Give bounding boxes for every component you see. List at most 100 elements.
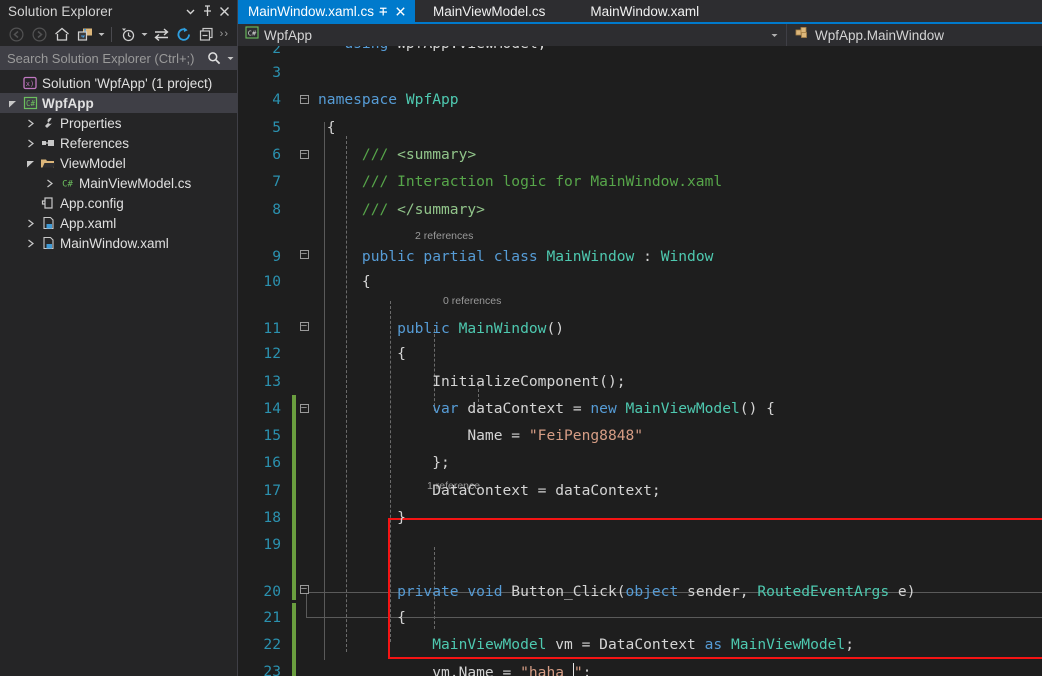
csharp-project-icon: C# (245, 26, 259, 44)
code-line[interactable]: 11 – public MainWindow() (238, 295, 1042, 340)
code-line[interactable]: 4 – namespace WpfApp (238, 86, 1042, 113)
code-line[interactable]: 16 }; (238, 449, 1042, 477)
expander-collapsed-icon[interactable] (22, 119, 38, 128)
expander-expanded-icon[interactable] (22, 159, 38, 168)
solution-explorer-panel: Solution Explorer ›› Search Solution Exp… (0, 0, 238, 676)
tree-item-mainviewmodel-cs[interactable]: C# MainViewModel.cs (0, 173, 237, 193)
search-solution-explorer-box[interactable] (0, 46, 237, 70)
code-line[interactable]: 6 – /// <summary> (238, 141, 1042, 168)
expander-collapsed-icon[interactable] (22, 219, 38, 228)
change-bar (292, 630, 296, 659)
tree-item-app-xaml[interactable]: App.xaml (0, 213, 237, 233)
navbar-project-label: WpfApp (264, 27, 313, 43)
code-line[interactable]: 8 /// </summary> (238, 195, 1042, 222)
code-line[interactable]: 13 InitializeComponent(); (238, 367, 1042, 394)
fold-collapse-icon[interactable]: – (299, 585, 309, 595)
editor-pane: MainWindow.xaml.cs MainViewModel.cs Main… (238, 0, 1042, 676)
tree-item-wpfapp-project[interactable]: C# WpfApp (0, 93, 237, 113)
editor-tabstrip: MainWindow.xaml.cs MainViewModel.cs Main… (238, 0, 1042, 22)
fold-collapse-icon[interactable]: – (299, 322, 309, 332)
code-line[interactable]: 3 (238, 59, 1042, 86)
magnifier-icon[interactable] (203, 51, 225, 65)
code-line[interactable]: 18 } (238, 503, 1042, 532)
references-icon (38, 136, 58, 150)
overflow-chevrons-icon[interactable]: ›› (220, 28, 232, 40)
line-number: 8 (272, 200, 281, 218)
fold-collapse-icon[interactable]: – (299, 403, 309, 413)
tabstrip-empty-area (715, 0, 1042, 22)
tree-item-label: References (60, 135, 130, 151)
expander-collapsed-icon[interactable] (22, 139, 38, 148)
chevron-down-icon[interactable] (182, 3, 199, 20)
tree-item-properties[interactable]: Properties (0, 113, 237, 133)
tree-item-mainwindow-xaml[interactable]: MainWindow.xaml (0, 233, 237, 253)
search-options-caret-icon[interactable] (225, 56, 236, 61)
code-line[interactable]: 2 using WpfApp.ViewModel; (238, 46, 1042, 59)
line-number: 3 (272, 64, 281, 82)
tab-mainviewmodel-cs[interactable]: MainViewModel.cs (415, 0, 562, 22)
line-number: 18 (263, 509, 281, 526)
code-line[interactable]: 9 – public partial class MainWindow : Wi… (238, 223, 1042, 268)
line-text: private void Button_Click(object sender,… (318, 583, 916, 601)
code-editor-surface[interactable]: 2 references 0 references 1 reference 2 … (238, 46, 1042, 676)
close-icon[interactable] (392, 6, 409, 17)
collapse-all-icon[interactable] (196, 24, 218, 45)
change-bar (292, 421, 296, 450)
navbar-project-dropdown[interactable]: C# WpfApp (238, 24, 787, 46)
line-text: }; (318, 454, 450, 472)
fold-collapse-icon[interactable]: – (299, 95, 309, 105)
tree-item-solution[interactable]: x) Solution 'WpfApp' (1 project) (0, 73, 237, 93)
line-text: /// Interaction logic for MainWindow.xam… (318, 173, 723, 191)
forward-arrow-icon[interactable] (28, 24, 50, 45)
navbar-type-dropdown[interactable]: WpfApp.MainWindow (787, 24, 1042, 46)
tree-item-app-config[interactable]: App.config (0, 193, 237, 213)
pin-icon[interactable] (199, 3, 216, 20)
code-line[interactable]: 22 MainViewModel vm = DataContext as Mai… (238, 630, 1042, 659)
code-line[interactable]: 14 – var dataContext = new MainViewModel… (238, 394, 1042, 422)
pending-changes-icon[interactable] (117, 24, 139, 45)
home-icon[interactable] (51, 24, 73, 45)
tree-item-label: App.config (60, 195, 124, 211)
solution-tree: x) Solution 'WpfApp' (1 project) C# WpfA… (0, 70, 237, 676)
code-line-current[interactable]: 23 vm.Name = "haha "; (238, 658, 1042, 676)
chevron-down-icon[interactable] (771, 33, 786, 38)
code-line[interactable]: 20 – private void Button_Click(object se… (238, 555, 1042, 603)
tab-mainwindow-xaml-cs[interactable]: MainWindow.xaml.cs (238, 0, 416, 22)
code-line[interactable]: 19 (238, 531, 1042, 559)
fold-glyph: – (296, 585, 312, 600)
code-line[interactable]: 15 Name = "FeiPeng8848" (238, 421, 1042, 450)
line-number: 2 (272, 46, 281, 57)
fold-collapse-icon[interactable]: – (299, 249, 309, 259)
pin-icon[interactable] (374, 6, 392, 17)
code-line[interactable]: 17 DataContext = dataContext; (238, 476, 1042, 504)
show-all-files-dropdown-caret[interactable] (97, 24, 106, 45)
line-text: namespace WpfApp (318, 91, 459, 109)
show-all-files-icon[interactable] (74, 24, 96, 45)
tree-item-label: App.xaml (60, 215, 117, 231)
expander-collapsed-icon[interactable] (41, 179, 57, 188)
back-arrow-icon[interactable] (5, 24, 27, 45)
tree-item-references[interactable]: References (0, 133, 237, 153)
svg-text:x): x) (25, 80, 33, 88)
expander-expanded-icon[interactable] (4, 99, 20, 108)
line-text: InitializeComponent(); (318, 372, 626, 390)
sync-with-active-document-icon[interactable] (150, 24, 172, 45)
code-line[interactable]: 10 { (238, 268, 1042, 295)
change-bar (292, 603, 296, 631)
close-icon[interactable] (216, 3, 233, 20)
code-line[interactable]: 21 { (238, 603, 1042, 631)
change-bar (292, 114, 296, 141)
line-number: 9 (272, 247, 281, 265)
tab-mainwindow-xaml[interactable]: MainWindow.xaml (561, 0, 716, 22)
expander-collapsed-icon[interactable] (22, 239, 38, 248)
code-line[interactable]: 5 { (238, 114, 1042, 141)
pending-changes-dropdown-caret[interactable] (140, 24, 149, 45)
search-input[interactable] (1, 50, 203, 66)
tree-item-viewmodel-folder[interactable]: ViewModel (0, 153, 237, 173)
code-line[interactable]: 7 /// Interaction logic for MainWindow.x… (238, 168, 1042, 195)
code-line[interactable]: 12 { (238, 340, 1042, 367)
fold-collapse-icon[interactable]: – (299, 150, 309, 160)
refresh-icon[interactable] (173, 24, 195, 45)
svg-text:C#: C# (248, 29, 257, 37)
line-text: /// </summary> (318, 200, 485, 218)
